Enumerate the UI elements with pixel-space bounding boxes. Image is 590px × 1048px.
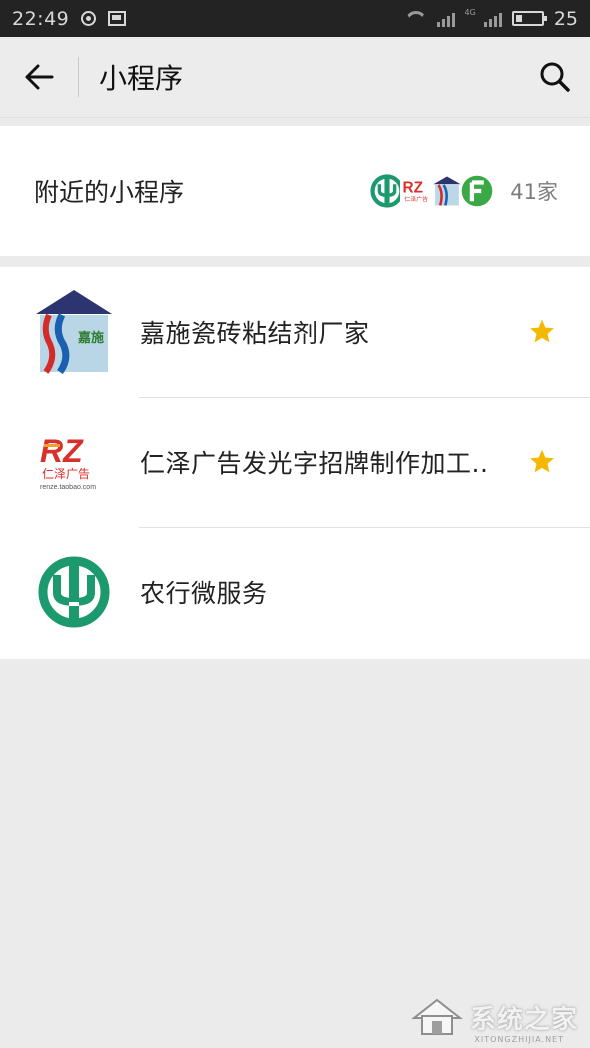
- image-notification-icon: [108, 11, 127, 26]
- battery-level: 25: [553, 7, 578, 30]
- svg-text:仁泽广告: 仁泽广告: [405, 195, 429, 203]
- abc-bank-logo: [38, 556, 110, 628]
- house-logo-icon: [411, 998, 463, 1035]
- list-item[interactable]: RZ 仁泽广告 renze.taobao.com 仁泽广告发光字招牌制作加工..: [0, 397, 590, 527]
- star-icon[interactable]: [528, 448, 556, 476]
- renze-logo-mark: RZ: [40, 433, 84, 469]
- star-icon[interactable]: [528, 318, 556, 346]
- abc-bank-mini-logo: [370, 174, 404, 208]
- jiashi-logo: 嘉施: [36, 290, 112, 374]
- search-button[interactable]: [520, 37, 590, 117]
- network-type-label: 4G: [464, 7, 476, 17]
- mini-program-name: 嘉施瓷砖粘结剂厂家: [140, 319, 370, 348]
- status-bar: 22:49 4G 25: [0, 0, 590, 37]
- signal-icon-2: [483, 11, 502, 27]
- jiashi-mini-logo: [433, 176, 461, 206]
- renze-mini-logo: RZ 仁泽广告: [400, 174, 435, 208]
- svg-text:RZ: RZ: [403, 180, 423, 197]
- mini-program-name: 农行微服务: [140, 579, 268, 608]
- watermark-url: XITONGZHIJIA.NET: [474, 1035, 564, 1044]
- mini-program-list: 嘉施 嘉施瓷砖粘结剂厂家 RZ 仁泽广告 renze.taobao.com 仁泽…: [0, 267, 590, 659]
- list-item[interactable]: 农行微服务: [0, 527, 590, 657]
- status-time: 22:49: [12, 7, 70, 30]
- sync-icon: [81, 11, 97, 26]
- wifi-icon: [405, 11, 427, 27]
- nearby-mini-programs-row[interactable]: 附近的小程序 RZ 仁泽广告 41家: [0, 126, 590, 256]
- page-title: 小程序: [99, 62, 184, 95]
- nearby-count: 41家: [510, 180, 558, 204]
- watermark: 系统之家 XITONGZHIJIA.NET: [410, 996, 578, 1044]
- mini-program-name: 仁泽广告发光字招牌制作加工..: [140, 449, 489, 478]
- renze-logo-url: renze.taobao.com: [40, 484, 96, 491]
- nearby-label: 附近的小程序: [34, 178, 185, 207]
- nearby-logos: RZ 仁泽广告: [370, 174, 494, 208]
- jiashi-logo-text: 嘉施: [77, 330, 104, 346]
- green-f-mini-logo: [461, 175, 493, 207]
- battery-icon: [511, 11, 547, 26]
- watermark-text: 系统之家: [469, 1004, 578, 1035]
- renze-logo-name: 仁泽广告: [42, 467, 90, 481]
- renze-logo: RZ 仁泽广告 renze.taobao.com: [36, 430, 112, 494]
- signal-icon: [436, 11, 455, 27]
- arrow-left-icon: [25, 64, 54, 90]
- search-icon: [540, 62, 570, 92]
- header-divider: [78, 57, 79, 97]
- back-button[interactable]: [0, 37, 78, 117]
- header: 小程序: [0, 37, 590, 118]
- list-item[interactable]: 嘉施 嘉施瓷砖粘结剂厂家: [0, 267, 590, 397]
